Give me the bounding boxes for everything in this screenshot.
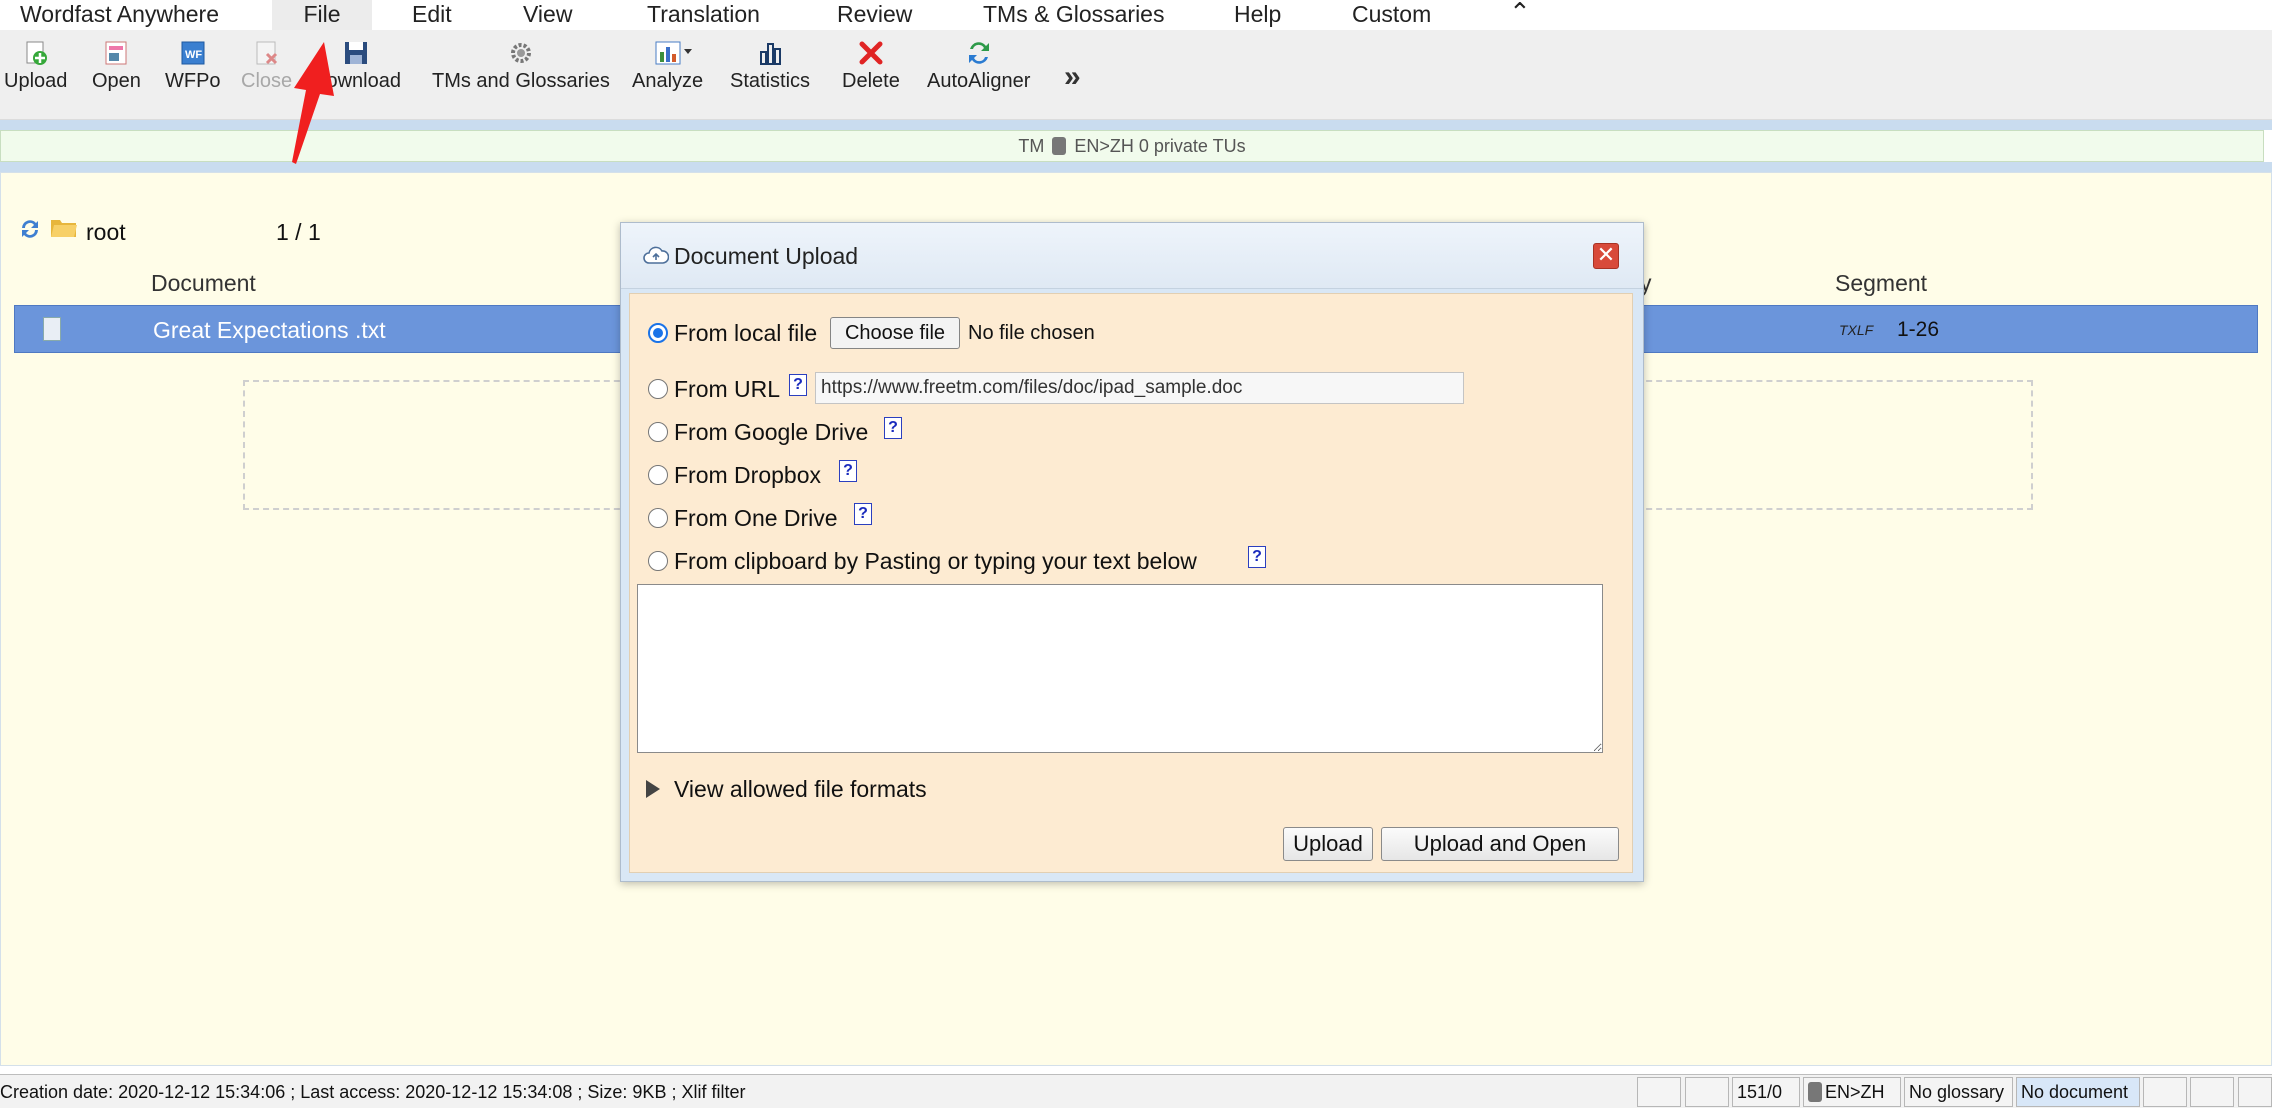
- status-cell-empty: [1637, 1077, 1681, 1107]
- delete-x-icon: [857, 40, 885, 66]
- radio-google-drive[interactable]: [648, 422, 668, 442]
- radio-dropbox[interactable]: [648, 465, 668, 485]
- menu-translation[interactable]: Translation: [635, 0, 772, 30]
- cloud-upload-icon: [643, 245, 670, 265]
- glossary-status[interactable]: No glossary: [1904, 1077, 2013, 1107]
- layout-toggle-icon[interactable]: [2238, 1077, 2272, 1107]
- document-icon: [43, 317, 61, 341]
- refresh-icon[interactable]: [18, 217, 42, 241]
- database-icon: [1052, 137, 1067, 155]
- help-icon[interactable]: ?: [839, 460, 857, 482]
- column-document[interactable]: Document: [151, 270, 256, 297]
- document-info: Creation date: 2020-12-12 15:34:06 ; Las…: [0, 1082, 746, 1102]
- format-badge: TXLF: [1839, 322, 1874, 338]
- language-pair[interactable]: EN>ZH: [1803, 1077, 1901, 1107]
- menu-custom[interactable]: Custom: [1340, 0, 1443, 30]
- status-cell-empty: [2190, 1077, 2234, 1107]
- upload-and-open-button[interactable]: Upload and Open: [1381, 827, 1619, 861]
- menu-review[interactable]: Review: [825, 0, 924, 30]
- radio-clipboard[interactable]: [648, 551, 668, 571]
- upload-button[interactable]: Upload: [4, 40, 67, 93]
- menu-file[interactable]: File: [272, 0, 372, 30]
- close-doc-icon: [253, 40, 281, 66]
- segment-range: 1-26: [1897, 318, 1940, 341]
- help-icon[interactable]: ?: [854, 503, 872, 525]
- folder-name[interactable]: root: [86, 219, 126, 246]
- radio-local-file[interactable]: [648, 323, 668, 343]
- segment-count: 151/0: [1732, 1077, 1800, 1107]
- file-status: No file chosen: [968, 322, 1095, 344]
- folder-open-icon[interactable]: [50, 215, 78, 239]
- gear-icon: [507, 40, 535, 66]
- close-icon[interactable]: ✕: [1593, 243, 1619, 269]
- help-icon[interactable]: ?: [884, 417, 902, 439]
- document-status[interactable]: No document: [2016, 1077, 2140, 1107]
- open-icon: [102, 40, 130, 66]
- bar-chart-icon: [756, 40, 784, 66]
- status-bar: Creation date: 2020-12-12 15:34:06 ; Las…: [0, 1074, 2272, 1108]
- document-name[interactable]: Great Expectations .txt: [153, 317, 386, 344]
- upload-icon: [22, 40, 50, 66]
- statistics-button[interactable]: Statistics: [730, 40, 810, 93]
- dialog-titlebar[interactable]: Document Upload ✕: [621, 223, 1643, 289]
- paste-textarea[interactable]: [637, 584, 1603, 753]
- url-input[interactable]: [815, 372, 1464, 404]
- radio-url[interactable]: [648, 379, 668, 399]
- autoaligner-button[interactable]: AutoAligner: [927, 40, 1030, 93]
- menu-tms-glossaries[interactable]: TMs & Glossaries: [971, 0, 1176, 30]
- triangle-right-icon: [646, 780, 660, 798]
- status-cell-empty: [2143, 1077, 2187, 1107]
- help-icon[interactable]: ?: [1248, 546, 1266, 568]
- wfpo-button[interactable]: WF WFPo: [165, 40, 221, 93]
- choose-file-button[interactable]: Choose file: [830, 317, 960, 349]
- analyze-chart-icon: [654, 40, 692, 66]
- dialog-title: Document Upload: [674, 243, 859, 269]
- tms-glossaries-button[interactable]: TMs and Glossaries: [432, 40, 610, 93]
- menu-bar: Wordfast Anywhere File Edit View Transla…: [0, 0, 2272, 30]
- database-icon: [1808, 1082, 1822, 1102]
- red-arrow-annotation: [292, 42, 334, 164]
- column-segment[interactable]: Segment: [1835, 270, 1927, 297]
- wfpo-icon: WF: [179, 40, 207, 66]
- double-chevron-up-icon[interactable]: ⌃: [1497, 0, 1543, 28]
- help-icon[interactable]: ?: [789, 374, 807, 396]
- menu-help[interactable]: Help: [1222, 0, 1293, 30]
- align-arrows-icon: [965, 40, 993, 66]
- upload-submit-button[interactable]: Upload: [1283, 827, 1373, 861]
- toolbar-more-icon[interactable]: »: [1064, 60, 1081, 94]
- svg-text:WF: WF: [185, 49, 202, 61]
- open-button[interactable]: Open: [92, 40, 141, 93]
- status-cell-empty: [1685, 1077, 1729, 1107]
- page-count: 1 / 1: [276, 219, 321, 245]
- delete-button[interactable]: Delete: [842, 40, 900, 93]
- menu-edit[interactable]: Edit: [400, 0, 464, 30]
- analyze-button[interactable]: Analyze: [632, 40, 703, 93]
- menu-app-name[interactable]: Wordfast Anywhere: [8, 0, 231, 30]
- menu-view[interactable]: View: [511, 0, 584, 30]
- radio-one-drive[interactable]: [648, 508, 668, 528]
